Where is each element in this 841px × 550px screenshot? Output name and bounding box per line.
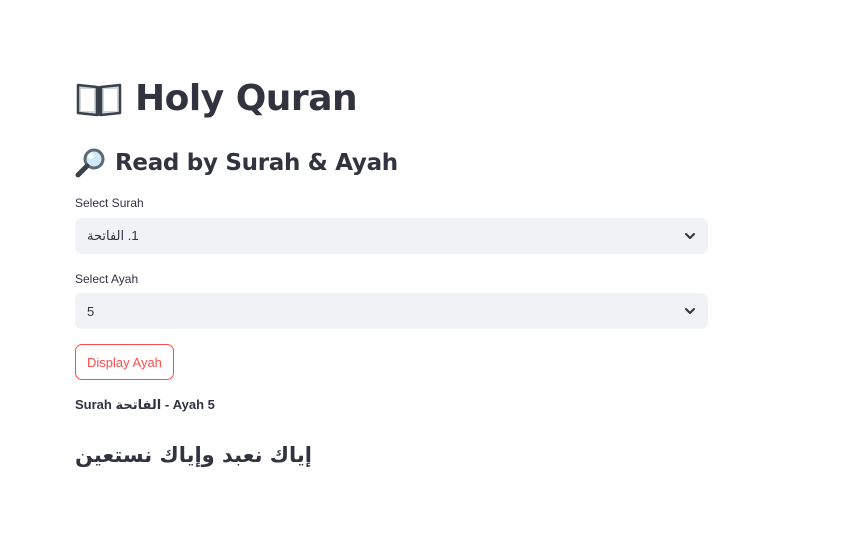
surah-select[interactable]: 1. الفاتحة xyxy=(75,218,708,254)
page-title: Holy Quran xyxy=(135,78,358,119)
ayah-text: إياك نعبد وإياك نستعين xyxy=(75,443,313,467)
section-title: Read by Surah & Ayah xyxy=(115,150,398,176)
ayah-select-label: Select Ayah xyxy=(75,272,139,286)
reference-surah-name: الفاتحة xyxy=(115,397,162,412)
chevron-down-icon xyxy=(685,308,695,314)
surah-select-value: 1. الفاتحة xyxy=(87,228,139,243)
page-header: Holy Quran xyxy=(75,74,358,124)
reference-suffix: - Ayah 5 xyxy=(164,397,215,412)
section-header: Read by Surah & Ayah xyxy=(75,146,398,180)
ayah-reference: Surah الفاتحة - Ayah 5 xyxy=(75,397,215,413)
ayah-select-value: 5 xyxy=(87,303,95,319)
magnifier-icon xyxy=(75,148,105,178)
display-ayah-button[interactable]: Display Ayah xyxy=(75,344,174,380)
surah-select-label: Select Surah xyxy=(75,196,144,210)
open-book-icon xyxy=(76,83,122,117)
chevron-down-icon xyxy=(685,233,695,239)
ayah-select[interactable]: 5 xyxy=(75,293,708,329)
reference-prefix: Surah xyxy=(75,397,112,412)
